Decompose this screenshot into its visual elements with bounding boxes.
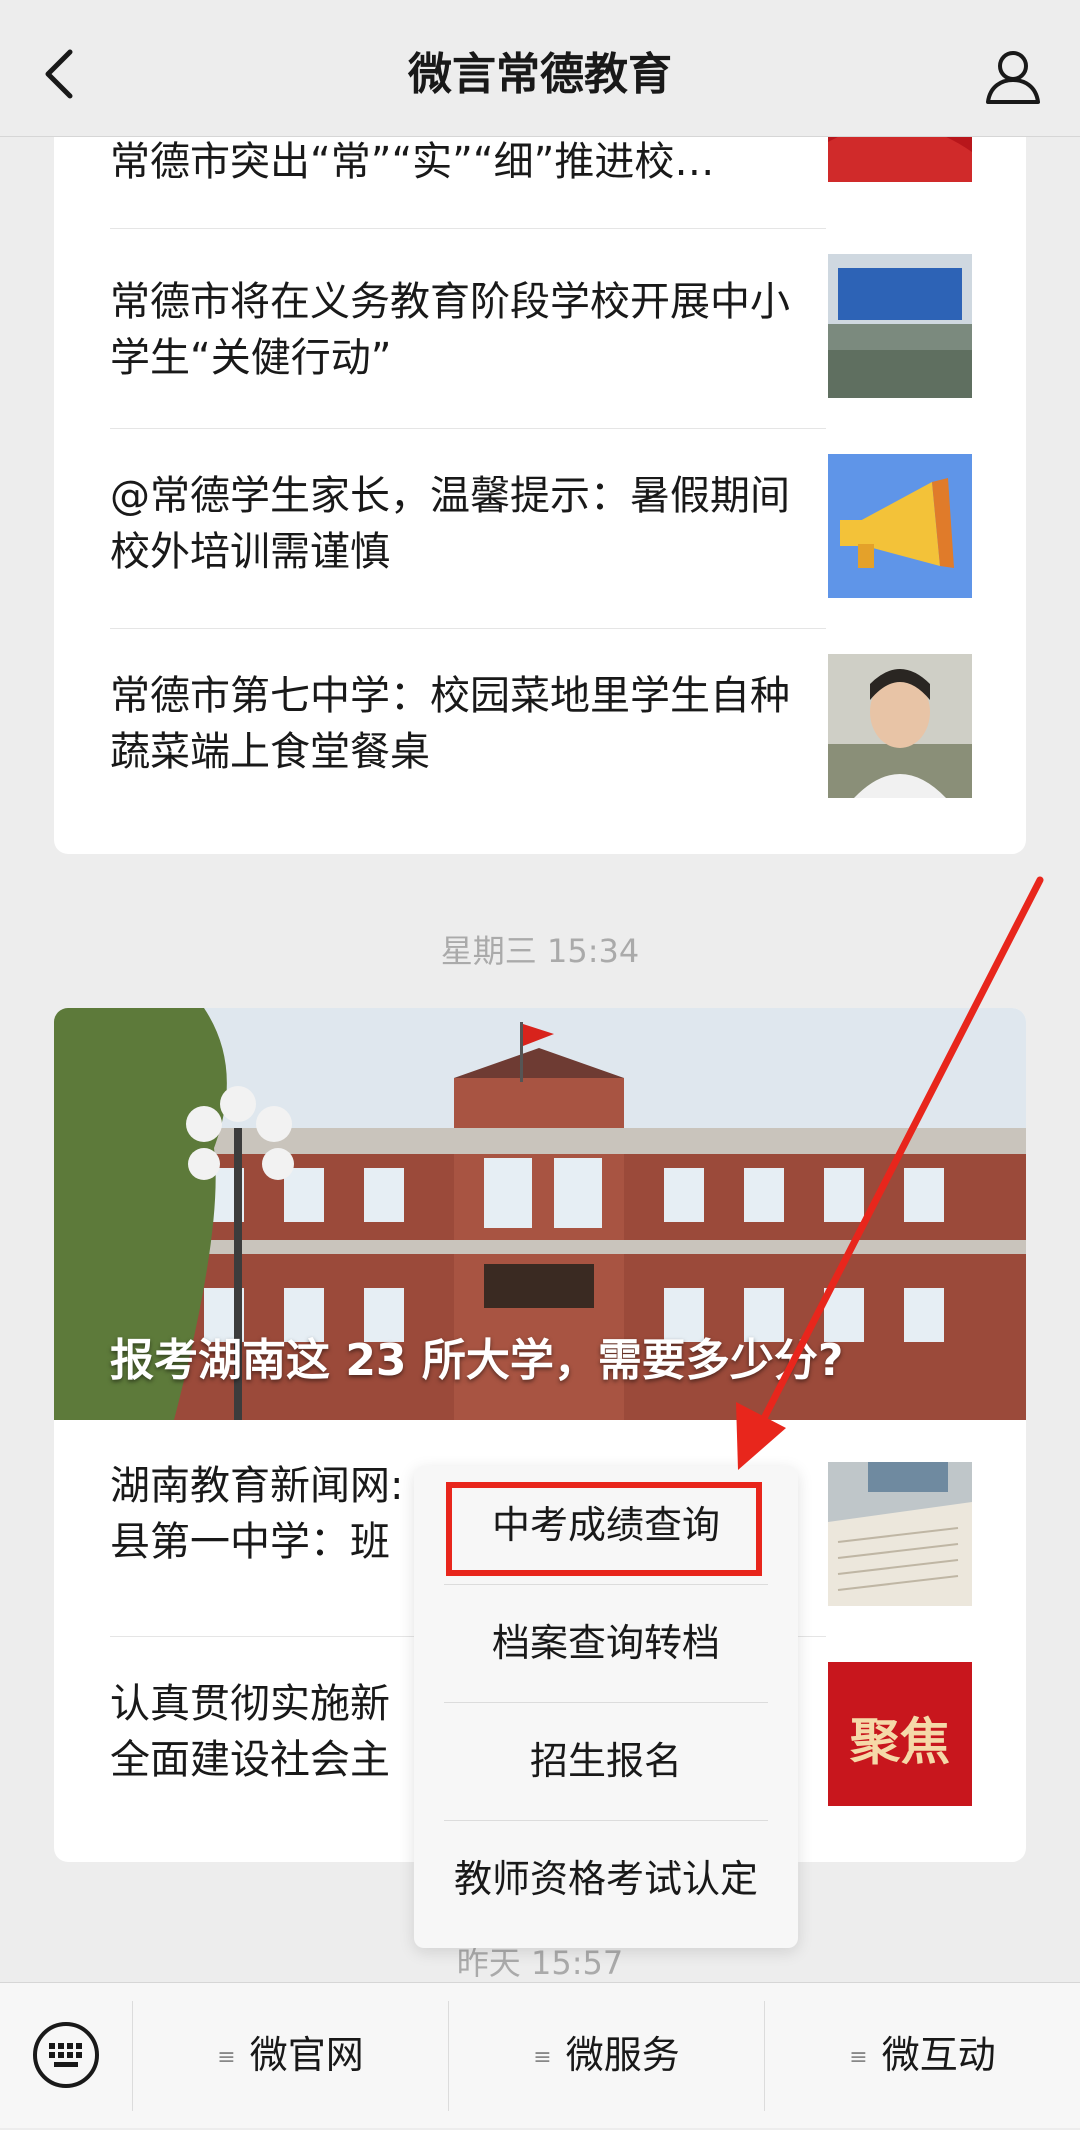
hero-title[interactable]: 报考湖南这 23 所大学，需要多少分? <box>110 1324 843 1388</box>
menu-item-enrollment[interactable]: 招生报名 <box>414 1702 798 1820</box>
menu-item-archive-query[interactable]: 档案查询转档 <box>414 1584 798 1702</box>
timestamp: 星期三 15:34 <box>440 932 640 970</box>
menu-button-label: 微官网 <box>249 2033 364 2077</box>
divider <box>110 228 826 229</box>
menu-button-label: 微服务 <box>565 2033 680 2077</box>
divider <box>110 628 826 629</box>
menu-button-label: 微互动 <box>881 2033 996 2077</box>
article-title-0[interactable]: 常德市突出“常”“实”“细”推进校… <box>110 134 826 190</box>
user-icon[interactable] <box>984 48 1042 106</box>
highlight-box <box>446 1482 762 1576</box>
menu-button-interaction[interactable]: ≡ 微互动 <box>765 1983 1080 2128</box>
thumb-text: 聚焦 <box>850 1712 950 1771</box>
article-thumb-1[interactable] <box>828 254 972 398</box>
article-title-1[interactable]: 常德市将在义务教育阶段学校开展中小学生“关健行动” <box>110 274 826 386</box>
article-thumb-2[interactable] <box>828 454 972 598</box>
menu-button-services[interactable]: ≡ 微服务 <box>449 1983 764 2128</box>
menu-button-official-site[interactable]: ≡ 微官网 <box>133 1983 448 2128</box>
bottom-menu-bar: ≡ 微官网 ≡ 微服务 ≡ 微互动 <box>0 1982 1080 2128</box>
keyboard-icon[interactable] <box>32 2021 100 2089</box>
article-title-4[interactable]: 湖南教育新闻网: 县第一中学：班 <box>110 1458 430 1570</box>
menu-lines-icon: ≡ <box>217 2045 236 2070</box>
article-title-3[interactable]: 常德市第七中学：校园菜地里学生自种蔬菜端上食堂餐桌 <box>110 668 826 780</box>
article-title-5[interactable]: 认真贯彻实施新 全面建设社会主 <box>110 1676 430 1788</box>
menu-lines-icon: ≡ <box>849 2045 868 2070</box>
article-thumb-4[interactable] <box>828 1462 972 1606</box>
menu-lines-icon: ≡ <box>533 2045 552 2070</box>
page-title: 微言常德教育 <box>408 49 672 100</box>
article-thumb-5[interactable]: 聚焦 <box>828 1662 972 1806</box>
hero-image[interactable]: 报考湖南这 23 所大学，需要多少分? <box>54 1008 1026 1420</box>
article-title-2[interactable]: @常德学生家长，温馨提示：暑假期间校外培训需谨慎 <box>110 468 826 580</box>
article-thumb-3[interactable] <box>828 654 972 798</box>
menu-item-teacher-cert[interactable]: 教师资格考试认定 <box>414 1820 798 1938</box>
article-card-1: 常德市突出“常”“实”“细”推进校… 常德市将在义务教育阶段学校开展中小学生“关… <box>54 40 1026 854</box>
nav-bar: 微言常德教育 <box>0 0 1080 137</box>
divider <box>110 428 826 429</box>
